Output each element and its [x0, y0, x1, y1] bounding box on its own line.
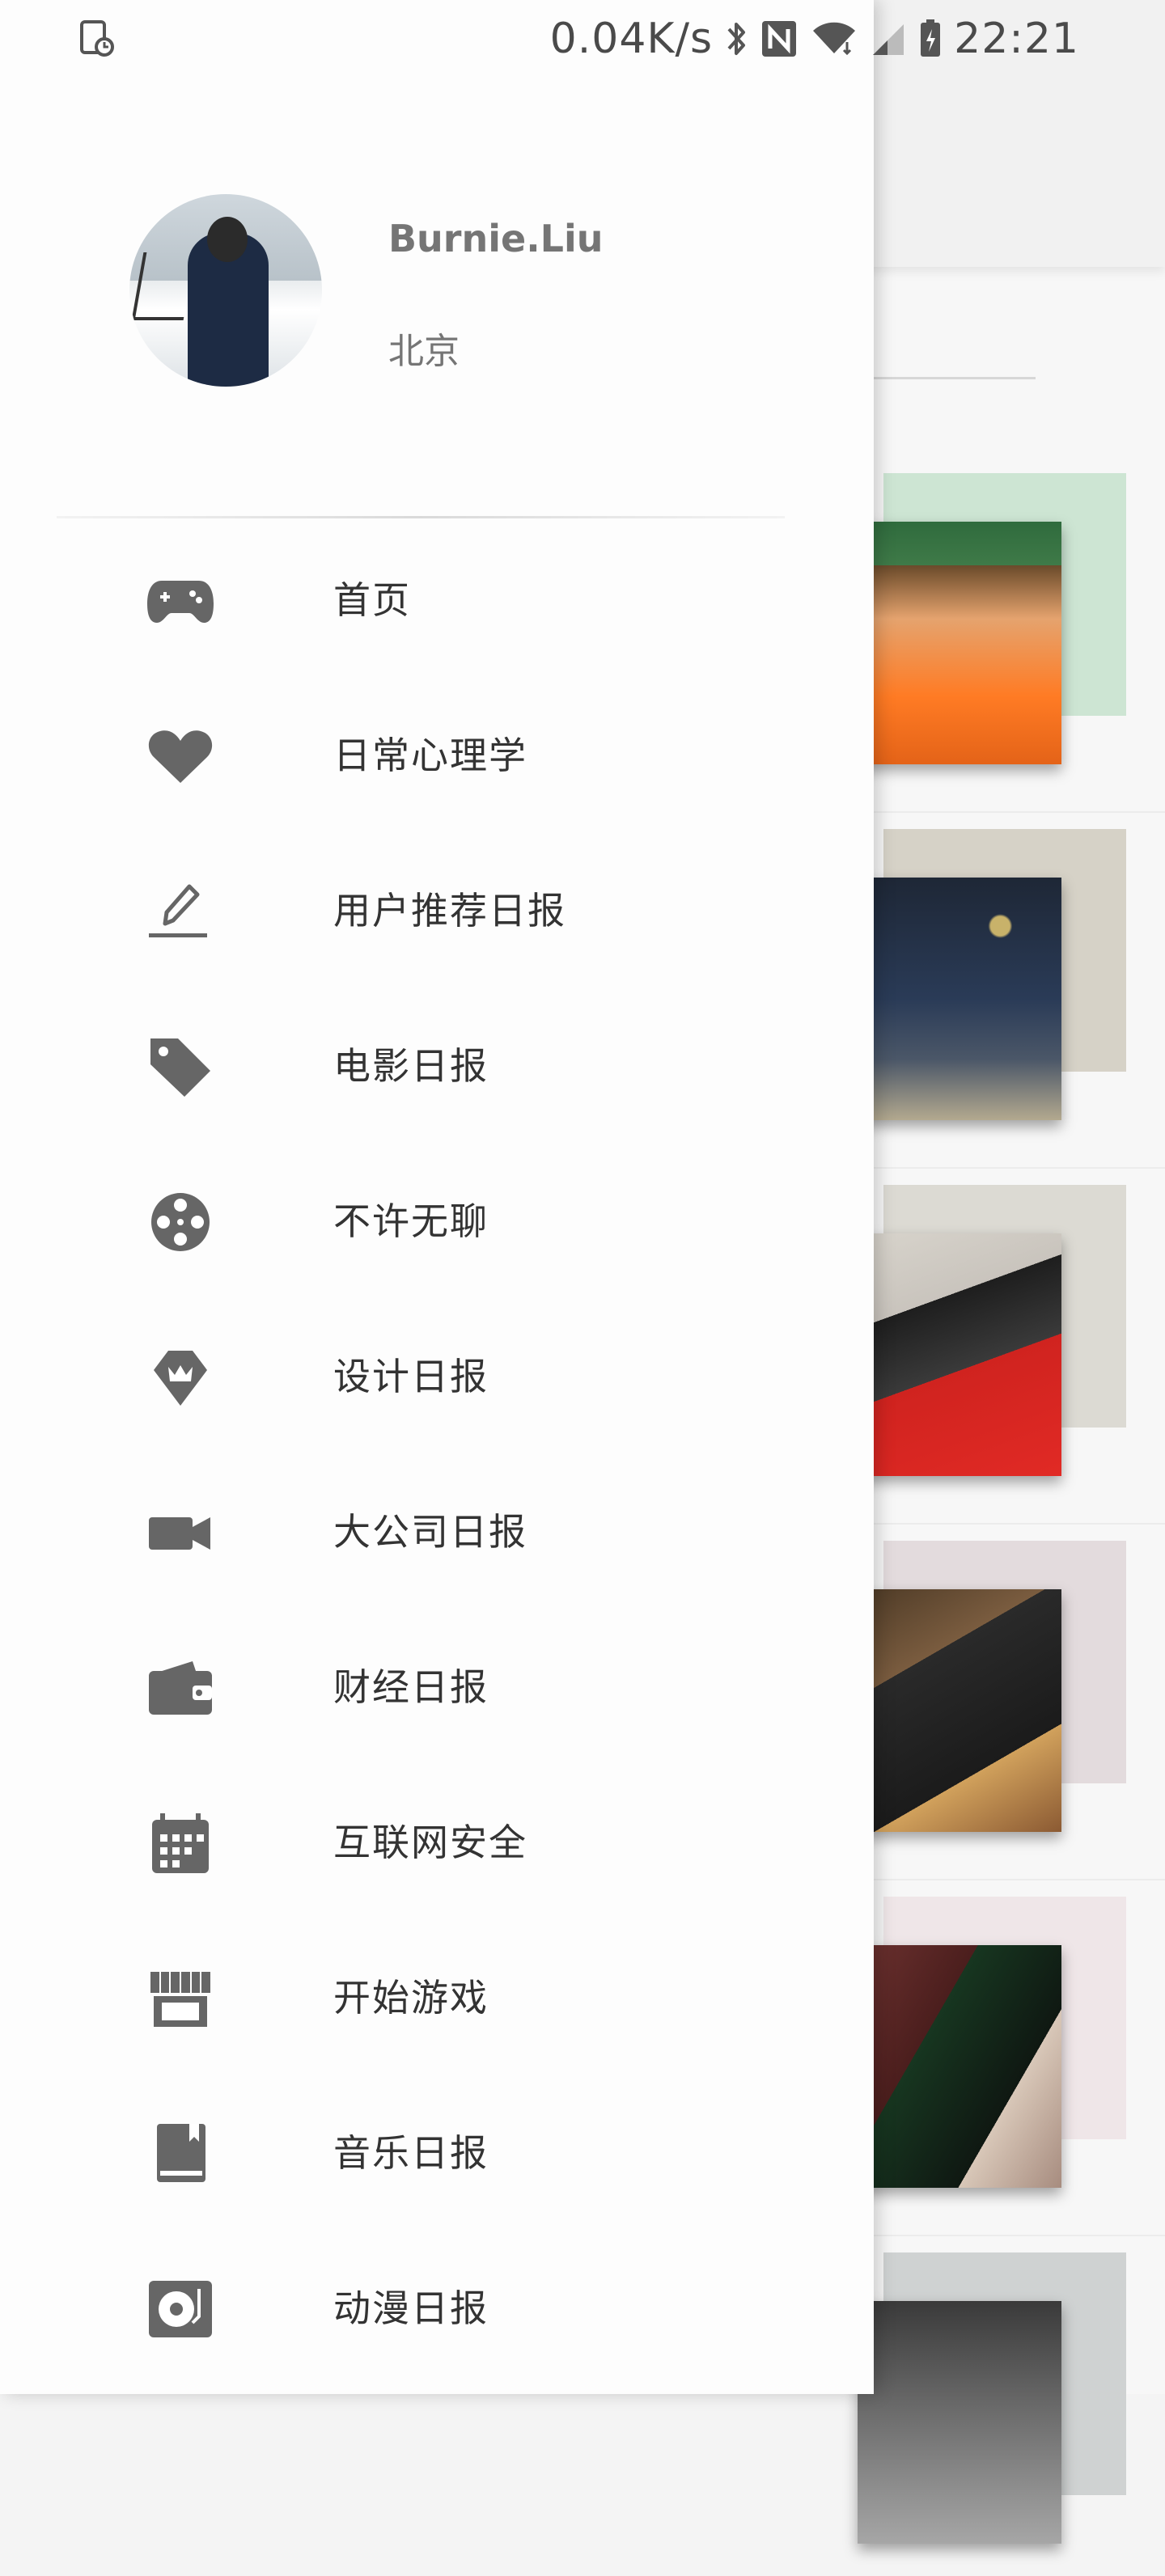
film-reel-icon [146, 1187, 215, 1257]
status-indicators: 0.04K/s 22:21 [550, 15, 1079, 63]
menu-item-label: 财经日报 [333, 1665, 489, 1709]
nfc-icon [760, 18, 799, 60]
story-thumbnail [858, 878, 1061, 1120]
story-thumbnail [858, 1589, 1061, 1832]
story-card[interactable] [858, 1185, 1165, 1525]
menu-item-user-recommend[interactable]: 用户推荐日报 [0, 828, 874, 983]
tag-icon [146, 1032, 215, 1102]
avatar-head [207, 217, 248, 262]
story-card[interactable] [858, 1541, 1165, 1880]
menu-item-label: 音乐日报 [333, 2131, 489, 2175]
card-divider [858, 811, 1165, 813]
design-badge-icon [146, 1343, 215, 1412]
menu-item-label: 动漫日报 [333, 2286, 489, 2330]
video-camera-icon [146, 1498, 215, 1567]
menu-item-label: 设计日报 [333, 1355, 489, 1398]
menu-item-anime-daily[interactable]: 动漫日报 [0, 2226, 874, 2381]
menu-item-label: 开始游戏 [333, 1976, 489, 2020]
clock: 22:21 [954, 15, 1079, 63]
bluetooth-icon [724, 18, 748, 60]
menu-item-label: 首页 [333, 578, 411, 622]
avatar[interactable] [129, 194, 322, 387]
pen-icon [146, 877, 215, 946]
menu-item-big-company-daily[interactable]: 大公司日报 [0, 1449, 874, 1605]
book-icon [146, 2119, 215, 2189]
menu-item-label: 电影日报 [333, 1044, 489, 1088]
story-card[interactable] [858, 2252, 1165, 2576]
status-bar: 0.04K/s 22:21 [0, 0, 1165, 81]
story-card[interactable] [858, 1897, 1165, 2236]
story-thumbnail [858, 1233, 1061, 1476]
menu-item-finance-daily[interactable]: 财经日报 [0, 1605, 874, 1760]
card-divider [858, 1879, 1165, 1880]
calendar-icon [146, 1808, 215, 1878]
heart-icon [146, 721, 215, 791]
card-divider [858, 1523, 1165, 1525]
card-divider [858, 1167, 1165, 1169]
user-city: 北京 [388, 331, 460, 372]
menu-item-label: 用户推荐日报 [333, 889, 566, 933]
background-tab-indicator [874, 377, 1036, 379]
menu-item-no-boredom[interactable]: 不许无聊 [0, 1139, 874, 1294]
navigation-drawer: Burnie.Liu 北京 首页 日常心理学 用户推荐日报 电影日报 不许无聊 … [0, 0, 874, 2394]
story-card[interactable] [858, 473, 1165, 813]
menu-item-label: 互联网安全 [333, 1821, 527, 1864]
drawer-header: Burnie.Liu 北京 [0, 81, 874, 518]
menu-item-label: 不许无聊 [333, 1199, 489, 1243]
store-icon [146, 1964, 215, 2033]
screen-recorder-icon [79, 19, 115, 58]
user-name: Burnie.Liu [388, 217, 604, 260]
wallet-icon [146, 1653, 215, 1723]
network-speed: 0.04K/s [549, 15, 714, 63]
avatar-deer-graphic [131, 252, 196, 320]
menu-item-movie-daily[interactable]: 电影日报 [0, 983, 874, 1139]
menu-item-label: 大公司日报 [333, 1510, 527, 1554]
story-thumbnail [858, 2301, 1061, 2544]
music-player-icon [146, 2274, 215, 2344]
menu-item-design-daily[interactable]: 设计日报 [0, 1294, 874, 1449]
story-thumbnail [858, 1945, 1061, 2188]
menu-item-home[interactable]: 首页 [0, 518, 874, 673]
story-thumbnail [858, 522, 1061, 764]
menu-item-internet-security[interactable]: 互联网安全 [0, 1760, 874, 1915]
menu-item-daily-psychology[interactable]: 日常心理学 [0, 673, 874, 828]
signal-icon [870, 18, 907, 60]
story-card[interactable] [858, 829, 1165, 1169]
wifi-icon [810, 18, 858, 60]
menu-item-start-game[interactable]: 开始游戏 [0, 1915, 874, 2071]
gamepad-icon [146, 566, 215, 636]
menu-item-music-daily[interactable]: 音乐日报 [0, 2071, 874, 2226]
menu-item-label: 日常心理学 [333, 734, 527, 777]
battery-icon [918, 18, 943, 60]
card-divider [858, 2235, 1165, 2236]
